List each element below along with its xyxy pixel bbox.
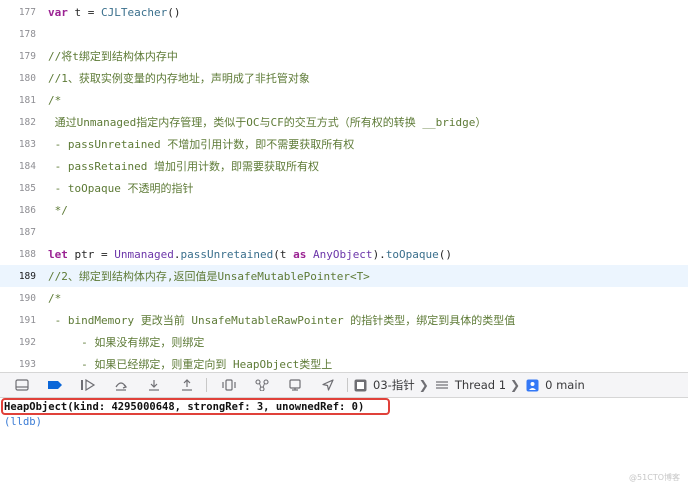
code-line[interactable]: 186 */ — [0, 199, 688, 221]
code-text: var t = CJLTeacher() — [48, 5, 181, 19]
watermark: @51CTO博客 — [629, 473, 680, 482]
line-number: 180 — [18, 72, 36, 84]
memory-graph-icon[interactable] — [251, 374, 273, 396]
line-number: 187 — [18, 226, 36, 238]
code-line[interactable]: 188 let ptr = Unmanaged.passUnretained(t… — [0, 243, 688, 265]
code-line[interactable]: 191 - bindMemory 更改当前 UnsafeMutableRawPo… — [0, 309, 688, 331]
code-editor[interactable]: 177 var t = CJLTeacher() 178 179 //将t绑定到… — [0, 0, 688, 372]
line-number: 181 — [18, 94, 36, 106]
line-number: 193 — [18, 358, 36, 370]
code-line[interactable]: 183 - passUnretained 不增加引用计数，即不需要获取所有权 — [0, 133, 688, 155]
line-number: 188 — [18, 248, 36, 260]
line-number: 182 — [18, 116, 36, 128]
step-over-icon[interactable] — [110, 374, 132, 396]
toolbar-divider — [206, 378, 207, 392]
line-number: 177 — [18, 6, 36, 18]
code-comment: /* — [48, 291, 62, 305]
code-line[interactable]: 190 /* — [0, 287, 688, 309]
code-comment: - toOpaque 不透明的指针 — [48, 182, 194, 195]
code-comment: - passUnretained 不增加引用计数，即不需要获取所有权 — [48, 138, 355, 151]
line-number: 185 — [18, 182, 36, 194]
step-out-icon[interactable] — [176, 374, 198, 396]
line-number: 191 — [18, 314, 36, 326]
code-line-current[interactable]: 189 //2、绑定到结构体内存,返回值是UnsafeMutablePointe… — [0, 265, 688, 287]
breadcrumb-thread[interactable]: Thread 1 — [455, 378, 506, 392]
code-comment: //将t绑定到结构体内存中 — [48, 50, 178, 63]
chevron-right-icon: ❯ — [510, 378, 521, 392]
breakpoints-toggle-icon[interactable] — [44, 374, 66, 396]
console-output: HeapObject(kind: 4295000648, strongRef: … — [4, 401, 365, 413]
code-comment: //2、绑定到结构体内存,返回值是UnsafeMutablePointer<T> — [48, 270, 370, 283]
line-number: 178 — [18, 28, 36, 40]
simulate-location-icon[interactable] — [317, 374, 339, 396]
target-app-icon — [354, 379, 367, 392]
code-line[interactable]: 187 — [0, 221, 688, 243]
code-line[interactable]: 180 //1、获取实例变量的内存地址，声明成了非托管对象 — [0, 67, 688, 89]
line-number: 192 — [18, 336, 36, 348]
continue-icon[interactable] — [77, 374, 99, 396]
line-number: 190 — [18, 292, 36, 304]
lldb-prompt[interactable]: (lldb) — [4, 416, 42, 428]
breadcrumb-target[interactable]: 03-指针 — [373, 377, 415, 393]
console-area[interactable]: HeapObject(kind: 4295000648, strongRef: … — [0, 398, 688, 487]
step-into-icon[interactable] — [143, 374, 165, 396]
chevron-right-icon: ❯ — [418, 378, 429, 392]
code-line[interactable]: 178 — [0, 23, 688, 45]
toolbar-divider — [347, 378, 348, 392]
line-number: 184 — [18, 160, 36, 172]
line-number: 179 — [18, 50, 36, 62]
code-line[interactable]: 192 - 如果没有绑定，则绑定 — [0, 331, 688, 353]
thread-icon — [435, 379, 449, 391]
view-hierarchy-icon[interactable] — [218, 374, 240, 396]
code-line[interactable]: 193 - 如果已经绑定，则重定向到 HeapObject类型上 — [0, 353, 688, 372]
code-text: let ptr = Unmanaged.passUnretained(t as … — [48, 247, 453, 261]
code-line[interactable]: 179 //将t绑定到结构体内存中 — [0, 45, 688, 67]
stack-frame-icon — [526, 379, 539, 392]
code-comment: */ — [48, 203, 68, 217]
code-line[interactable]: 181 /* — [0, 89, 688, 111]
breadcrumb-frame[interactable]: 0 main — [545, 378, 585, 392]
code-comment: //1、获取实例变量的内存地址，声明成了非托管对象 — [48, 72, 310, 85]
hide-debug-area-icon[interactable] — [11, 374, 33, 396]
code-comment: - 如果没有绑定，则绑定 — [48, 336, 205, 349]
code-line[interactable]: 182 通过Unmanaged指定内存管理，类似于OC与CF的交互方式（所有权的… — [0, 111, 688, 133]
code-comment: - passRetained 增加引用计数，即需要获取所有权 — [48, 160, 319, 173]
code-line[interactable]: 185 - toOpaque 不透明的指针 — [0, 177, 688, 199]
debug-bar: 03-指针 ❯ Thread 1 ❯ 0 main — [0, 372, 688, 398]
line-number: 183 — [18, 138, 36, 150]
environment-override-icon[interactable] — [284, 374, 306, 396]
code-line[interactable]: 184 - passRetained 增加引用计数，即需要获取所有权 — [0, 155, 688, 177]
code-comment: - 如果已经绑定，则重定向到 HeapObject类型上 — [48, 358, 333, 371]
code-comment: 通过Unmanaged指定内存管理，类似于OC与CF的交互方式（所有权的转换 _… — [48, 116, 487, 129]
code-comment: - bindMemory 更改当前 UnsafeMutableRawPointe… — [48, 314, 516, 327]
line-number: 186 — [18, 204, 36, 216]
code-line[interactable]: 177 var t = CJLTeacher() — [0, 1, 688, 23]
code-comment: /* — [48, 93, 62, 107]
line-number: 189 — [18, 270, 36, 282]
